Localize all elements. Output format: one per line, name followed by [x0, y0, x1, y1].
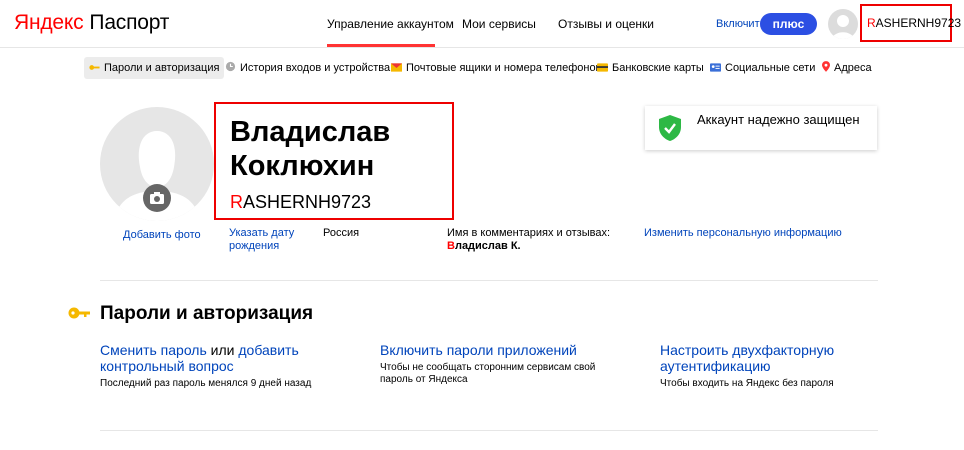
or-text: или	[206, 342, 239, 358]
plus-button[interactable]: плюс	[760, 13, 817, 35]
change-password-desc: Последний раз пароль менялся 9 дней наза…	[100, 378, 312, 389]
change-password-block: Сменить пароль или добавить контрольный …	[100, 342, 340, 390]
key-icon	[68, 307, 90, 319]
subnav-item-bank-cards[interactable]: Банковские карты	[597, 57, 704, 79]
profile-login-first-letter: R	[230, 192, 243, 212]
tab-my-services[interactable]: Мои сервисы	[462, 17, 536, 31]
logo-product: Паспорт	[89, 11, 170, 34]
subnav-item-mail-phones[interactable]: Почтовые ящики и номера телефонов	[391, 57, 601, 79]
change-password-title: Сменить пароль или добавить контрольный …	[100, 342, 340, 374]
mail-icon	[391, 63, 402, 72]
subnav-label: Пароли и авторизация	[104, 62, 220, 74]
subnav-label: Почтовые ящики и номера телефонов	[406, 62, 602, 74]
app-passwords-desc: Чтобы не сообщать сторонним сервисам сво…	[380, 362, 596, 385]
profile-country: Россия	[323, 227, 360, 239]
shield-check-icon	[659, 115, 681, 141]
login-rest: ASHERNH9723	[875, 16, 962, 30]
subnav-label: Банковские карты	[612, 62, 704, 74]
subnav-item-history[interactable]: История входов и устройства	[225, 57, 390, 79]
location-pin-icon	[822, 61, 830, 72]
camera-glyph	[150, 192, 164, 204]
card-icon	[597, 63, 608, 72]
profile-login-rest: ASHERNH9723	[243, 192, 372, 212]
subnav-item-passwords[interactable]: Пароли и авторизация	[84, 57, 225, 79]
birthday-link[interactable]: Указать дату рождения	[229, 227, 299, 253]
avatar[interactable]	[828, 9, 858, 39]
subnav-item-addresses[interactable]: Адреса	[822, 57, 872, 79]
active-tab-underline	[327, 44, 435, 47]
plus-enable-link[interactable]: Включить	[716, 18, 765, 30]
comments-name-label: Имя в комментариях и отзывах:	[447, 227, 611, 239]
edit-personal-info-link[interactable]: Изменить персональную информацию	[644, 227, 842, 240]
clock-icon	[225, 61, 236, 72]
two-factor-desc: Чтобы входить на Яндекс без пароля	[660, 378, 834, 389]
security-status-text: Аккаунт надежно защищен	[697, 112, 860, 127]
social-icon	[710, 63, 721, 72]
yandex-passport-logo[interactable]: Яндекс Паспорт	[14, 11, 169, 35]
logo-brand: Яндекс	[14, 11, 84, 34]
divider	[100, 430, 878, 431]
comments-name-rest: ладислав К.	[454, 240, 521, 252]
subnav-label: Адреса	[834, 62, 872, 74]
subnav-label: История входов и устройства	[240, 62, 391, 74]
change-password-link[interactable]: Сменить пароль	[100, 342, 207, 358]
user-silhouette-icon	[832, 15, 854, 39]
user-login-menu[interactable]: RASHERNH9723	[860, 4, 961, 42]
app-passwords-title: Включить пароли приложений	[380, 342, 605, 358]
profile-login: RASHERNH9723	[230, 192, 371, 213]
section-title-passwords: Пароли и авторизация	[100, 303, 314, 324]
two-factor-link[interactable]: Настроить двухфакторную аутентификацию	[660, 342, 834, 374]
app-passwords-link[interactable]: Включить пароли приложений	[380, 342, 577, 358]
comments-name-block: Имя в комментариях и отзывах: Владислав …	[447, 227, 617, 253]
profile-first-name: Владислав	[230, 116, 391, 148]
header: Яндекс Паспорт Управление аккаунтом Мои с…	[0, 0, 964, 48]
comments-name-value: Владислав К.	[447, 240, 617, 253]
two-factor-title: Настроить двухфакторную аутентификацию	[660, 342, 900, 374]
add-photo-link[interactable]: Добавить фото	[123, 229, 201, 242]
profile-last-name: Коклюхин	[230, 150, 375, 182]
comments-name-first-letter: В	[447, 240, 455, 252]
app-passwords-block: Включить пароли приложений Чтобы не сооб…	[380, 342, 605, 386]
camera-icon[interactable]	[143, 184, 171, 212]
key-icon	[89, 65, 100, 70]
two-factor-block: Настроить двухфакторную аутентификацию Ч…	[660, 342, 900, 390]
divider	[100, 280, 878, 281]
tab-account-management[interactable]: Управление аккаунтом	[327, 17, 454, 31]
tab-reviews[interactable]: Отзывы и оценки	[558, 17, 654, 31]
security-status-card: Аккаунт надежно защищен	[645, 106, 877, 150]
login-first-letter: R	[867, 16, 876, 30]
subnav-label: Социальные сети	[725, 62, 816, 74]
subnav-item-social[interactable]: Социальные сети	[710, 57, 815, 79]
